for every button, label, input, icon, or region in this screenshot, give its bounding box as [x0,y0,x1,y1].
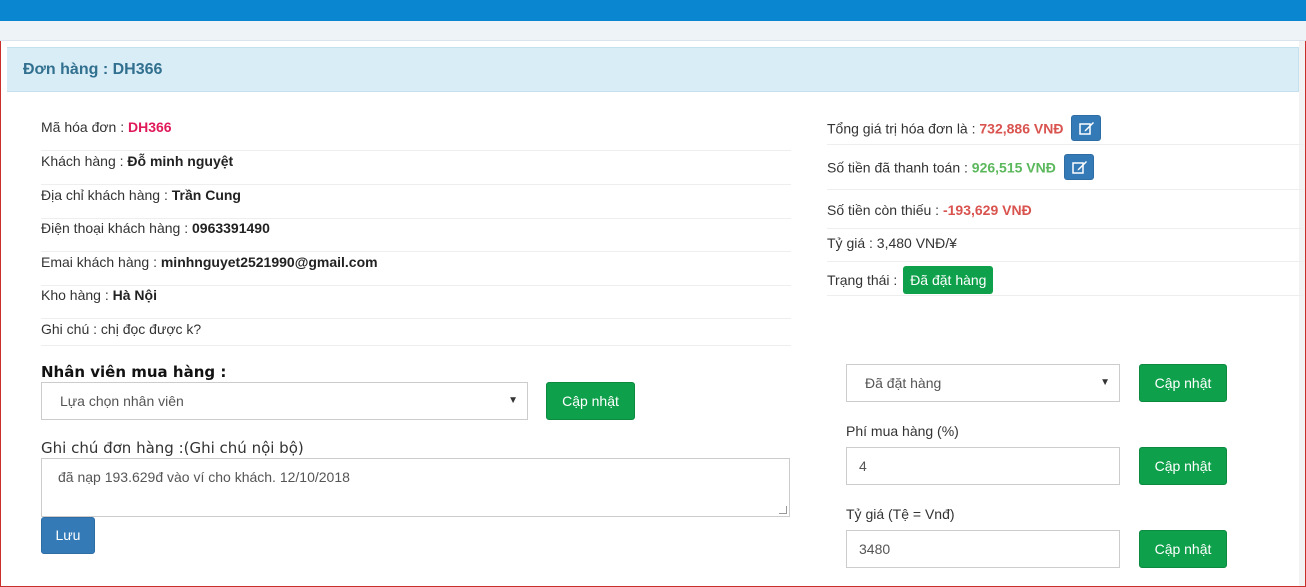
paid-label: Số tiền đã thanh toán : [827,159,972,176]
edit-total-button[interactable] [1071,115,1102,141]
address-label: Địa chỉ khách hàng : [41,187,172,203]
chevron-down-icon: ▼ [1100,377,1110,388]
resize-handle-icon[interactable] [779,506,787,514]
staff-select[interactable]: Lựa chọn nhân viên ▼ [41,382,528,420]
order-note-textarea[interactable]: đã nạp 193.629đ vào ví cho khách. 12/10/… [41,458,790,517]
order-note-heading: Ghi chú đơn hàng :(Ghi chú nội bộ) [41,439,304,457]
paid-value: 926,515 VNĐ [971,159,1056,176]
address-row: Địa chỉ khách hàng : Trần Cung [41,186,791,219]
warehouse-label: Kho hàng : [41,287,113,303]
total-value: 732,886 VNĐ [979,120,1064,137]
fee-input-value: 4 [859,458,867,474]
rate-row: Tỷ giá : 3,480 VNĐ/¥ [827,234,1305,262]
note-value: chị đọc được k? [100,321,202,337]
status-select[interactable]: Đã đặt hàng ▼ [846,364,1120,402]
paid-row: Số tiền đã thanh toán : 926,515 VNĐ [827,154,1305,190]
note-label: Ghi chú : [41,321,101,337]
email-row: Emai khách hàng : minhnguyet2521990@gmai… [41,253,791,286]
sub-navbar [0,21,1306,41]
rate-input[interactable]: 3480 [846,530,1120,568]
customer-label: Khách hàng : [41,153,128,169]
rate-label: Tỷ giá (Tệ = Vnđ) [846,506,955,522]
edit-icon [1071,161,1087,174]
phone-value: 0963391490 [192,220,270,236]
invoice-code-value: DH366 [128,119,172,135]
remaining-label: Số tiền còn thiếu : [827,202,943,218]
order-panel-heading: Đơn hàng : DH366 [7,47,1299,92]
total-row: Tổng giá trị hóa đơn là : 732,886 VNĐ [827,115,1305,145]
remaining-value: -193,629 VNĐ [942,202,1032,218]
email-value: minhnguyet2521990@gmail.com [160,254,378,270]
total-label: Tổng giá trị hóa đơn là : [827,120,980,137]
phone-row: Điện thoại khách hàng : 0963391490 [41,219,791,252]
phone-label: Điện thoại khách hàng : [41,220,192,236]
edit-icon [1079,122,1095,135]
rate-update-button[interactable]: Cập nhật [1139,530,1227,568]
address-value: Trần Cung [171,187,241,203]
page-title: Đơn hàng : DH366 [23,61,163,78]
edit-paid-button[interactable] [1063,154,1094,180]
customer-value: Đỗ minh nguyệt [127,153,234,169]
chevron-down-icon: ▼ [508,395,518,406]
warehouse-row: Kho hàng : Hà Nội [41,286,791,319]
customer-row: Khách hàng : Đỗ minh nguyệt [41,152,791,185]
order-note-value: đã nạp 193.629đ vào ví cho khách. 12/10/… [58,469,350,485]
staff-heading: Nhân viên mua hàng : [41,363,227,381]
fee-update-button[interactable]: Cập nhật [1139,447,1227,485]
status-badge: Đã đặt hàng [903,266,994,294]
status-row: Trạng thái : Đã đặt hàng [827,266,1305,296]
fee-label: Phí mua hàng (%) [846,423,959,439]
top-navbar [0,0,1306,21]
status-update-button[interactable]: Cập nhật [1139,364,1227,402]
rate-text: Tỷ giá : 3,480 VNĐ/¥ [827,235,957,251]
invoice-code-row: Mã hóa đơn : DH366 [41,118,791,151]
staff-select-value: Lựa chọn nhân viên [60,393,184,409]
fee-input[interactable]: 4 [846,447,1120,485]
status-label: Trạng thái : [827,272,902,288]
warehouse-value: Hà Nội [112,287,157,303]
email-label: Emai khách hàng : [41,254,161,270]
invoice-code-label: Mã hóa đơn : [41,119,129,135]
rate-input-value: 3480 [859,541,891,557]
note-row: Ghi chú : chị đọc được k? [41,320,791,346]
staff-update-button[interactable]: Cập nhật [546,382,635,420]
status-select-value: Đã đặt hàng [865,375,942,391]
remaining-row: Số tiền còn thiếu : -193,629 VNĐ [827,201,1305,229]
save-note-button[interactable]: Lưu [41,517,95,554]
